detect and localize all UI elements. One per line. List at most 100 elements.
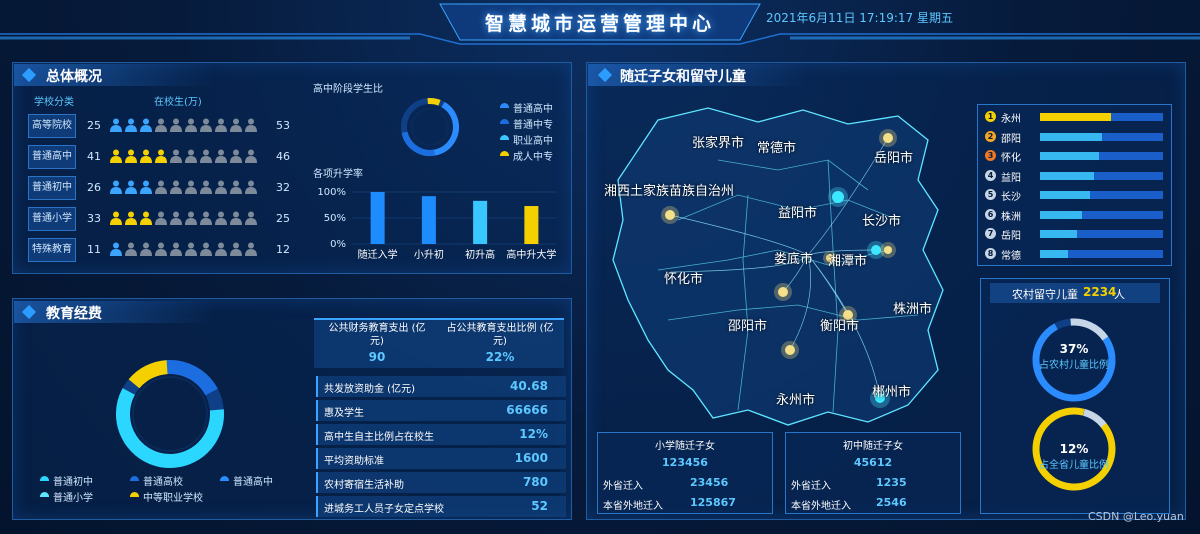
rank-bar-fill xyxy=(1040,171,1094,180)
map-label-zhuzhou: 株洲市 xyxy=(893,302,933,317)
rank-badge: 2 xyxy=(985,130,996,142)
person-icon xyxy=(110,149,122,163)
person-icon xyxy=(185,149,197,163)
person-icon xyxy=(170,211,182,225)
rank-bar-fill xyxy=(1040,249,1068,258)
legend-label: 普通中专 xyxy=(513,120,553,131)
student-count-left: 11 xyxy=(87,243,101,256)
student-count-left: 25 xyxy=(87,119,101,132)
rank-badge: 5 xyxy=(985,189,996,200)
bar xyxy=(524,206,539,244)
bar-title: 各项升学率 xyxy=(313,169,363,180)
map-label-huaihua: 怀化市 xyxy=(664,272,704,287)
person-icon xyxy=(215,149,227,163)
person-icon xyxy=(230,211,242,225)
middle-row-1-value: 1235 xyxy=(876,476,907,489)
map-label-chenzhou: 郴州市 xyxy=(872,385,912,400)
rank-bar-track xyxy=(1040,152,1163,160)
funding-row-value: 780 xyxy=(522,475,548,489)
ring2-label: 占全省儿童比例 xyxy=(1039,460,1109,471)
legend-label: 普通初中 xyxy=(53,477,93,488)
funding-table-row: 农村寄宿生活补助 780 xyxy=(316,472,566,493)
map-label-yueyang: 岳阳市 xyxy=(874,151,914,166)
funding-row-label: 高中生自主比例占在校生 xyxy=(324,432,434,443)
page-title: 智慧城市运营管理中心 xyxy=(484,13,715,35)
map-label-xiangxi: 湘西土家族苗族自治州 xyxy=(604,184,735,199)
person-icon xyxy=(125,242,137,256)
person-icon xyxy=(200,118,212,132)
person-icon xyxy=(140,211,152,225)
middle-row-2-label: 本省外地迁入 xyxy=(791,501,851,512)
person-icon xyxy=(125,118,137,132)
rank-bar-track xyxy=(1040,230,1163,238)
funding-row-label: 进城务工人员子女定点学校 xyxy=(324,504,444,515)
person-icon xyxy=(230,118,242,132)
ranking-row: 3 怀化 xyxy=(985,149,1165,164)
datetime-display: 2021年6月11日 17:19:17 星期五 xyxy=(766,11,953,25)
stat1-value: 90 xyxy=(368,350,386,364)
school-category-tag[interactable]: 普通初中 xyxy=(28,176,76,200)
map-label-zhangjiajie: 张家界市 xyxy=(692,136,745,151)
person-icon xyxy=(110,211,122,225)
school-category-tag[interactable]: 特殊教育 xyxy=(28,238,76,262)
x-tick-label: 随迁入学 xyxy=(358,248,398,261)
stat1-label: 公共财务教育支出 (亿元) xyxy=(328,323,426,347)
person-icon xyxy=(215,242,227,256)
legend-swatch xyxy=(220,476,229,481)
y-tick-label: 50% xyxy=(324,213,346,224)
funding-row-label: 农村寄宿生活补助 xyxy=(324,480,404,491)
x-tick-label: 小升初 xyxy=(414,248,444,261)
rank-city-name: 邵阳 xyxy=(1001,133,1021,145)
school-category-tag[interactable]: 高等院校 xyxy=(28,114,76,138)
y-tick-label: 100% xyxy=(317,187,346,198)
person-icon xyxy=(155,118,167,132)
middle-value: 45612 xyxy=(853,456,893,469)
person-icon xyxy=(230,242,242,256)
ring1-label: 占农村儿童比例 xyxy=(1039,360,1109,371)
primary-row-2-value: 125867 xyxy=(690,496,736,509)
person-icon xyxy=(170,180,182,194)
person-icon xyxy=(215,180,227,194)
legend-swatch xyxy=(130,476,139,481)
person-icon xyxy=(245,149,257,163)
children-title: 随迁子女和留守儿童 xyxy=(620,69,746,85)
rank-city-name: 常德 xyxy=(1001,250,1021,262)
donut-title: 高中阶段学生比 xyxy=(313,84,383,95)
person-icon xyxy=(200,149,212,163)
overview-col-students: 在校生(万) xyxy=(154,97,202,108)
person-icon xyxy=(185,211,197,225)
funding-table-row: 高中生自主比例占在校生 12% xyxy=(316,424,566,445)
rank-bar-track xyxy=(1040,191,1163,199)
person-icon-row xyxy=(110,149,257,163)
map-label-changsha: 长沙市 xyxy=(862,214,902,229)
left-behind-value: 2234 xyxy=(1083,285,1117,299)
map-label-xiangtan: 湘潭市 xyxy=(828,254,868,269)
school-category-tag[interactable]: 普通小学 xyxy=(28,207,76,231)
rank-badge: 3 xyxy=(985,150,996,161)
map-label-changde: 常德市 xyxy=(757,141,797,156)
rank-city-name: 永州 xyxy=(1001,114,1021,125)
person-icon xyxy=(245,242,257,256)
person-icon xyxy=(140,118,152,132)
person-icon xyxy=(155,242,167,256)
middle-title: 初中随迁子女 xyxy=(843,441,903,452)
legend-swatch xyxy=(500,119,509,124)
map-label-loudi: 娄底市 xyxy=(774,252,814,267)
ranking-row: 6 株洲 xyxy=(985,208,1165,223)
overview-title: 总体概况 xyxy=(46,69,102,85)
school-category-tag[interactable]: 普通高中 xyxy=(28,145,76,169)
primary-title: 小学随迁子女 xyxy=(655,441,715,452)
rank-city-name: 岳阳 xyxy=(1001,231,1021,242)
rank-city-name: 益阳 xyxy=(1001,172,1021,184)
person-icon xyxy=(140,242,152,256)
person-icon xyxy=(140,149,152,163)
ranking-row: 5 长沙 xyxy=(985,188,1165,203)
student-count-right: 53 xyxy=(276,119,290,132)
rank-badge: 6 xyxy=(985,208,996,220)
education-title: 教育经费 xyxy=(46,306,102,322)
person-icon xyxy=(245,211,257,225)
rank-badge: 4 xyxy=(985,169,996,181)
rank-bar-track xyxy=(1040,113,1163,121)
student-count-left: 33 xyxy=(87,212,101,225)
legend-label: 普通小学 xyxy=(53,493,93,504)
